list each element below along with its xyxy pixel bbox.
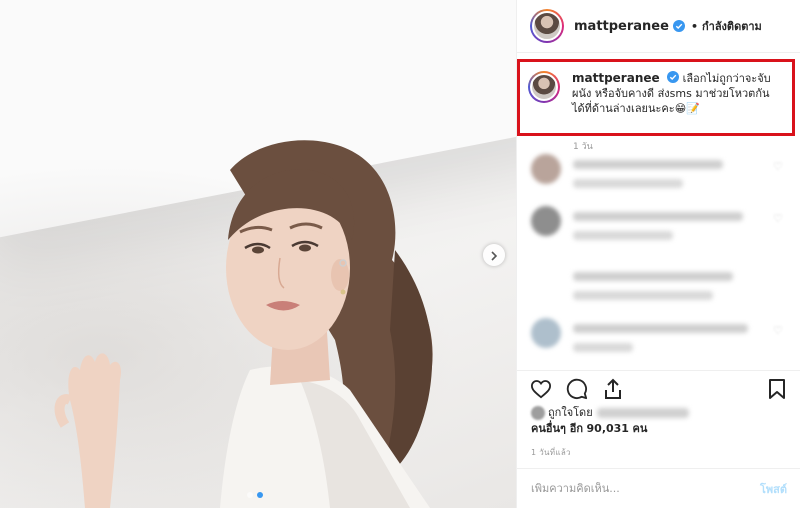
share-icon [605,378,621,399]
post-timestamp[interactable]: 1 วันที่แล้ว [531,446,571,459]
blurred-comment-line [573,291,713,300]
carousel-indicator [247,492,263,498]
carousel-dot-active [257,492,263,498]
blurred-comment-line [573,231,673,240]
caption: mattperanee เลือกไม่ถูกว่าจะจับผนัง หรือ… [572,71,782,133]
caption-username[interactable]: mattperanee [572,71,660,85]
likes-summary[interactable]: ถูกใจโดย คนอื่นๆ อีก 90,031 คน [531,405,689,437]
likes-count[interactable]: 90,031 [587,422,629,435]
post-header: mattperanee • กำลังติดตาม [517,0,800,53]
comment-avatar [531,266,561,296]
comment-list: ♡ ♡ ♡ [517,148,800,364]
heart-icon [530,379,552,398]
list-item [517,260,800,312]
liked-by-prefix: ถูกใจโดย [548,406,593,419]
blurred-comment-line [573,179,683,188]
comment-input[interactable] [531,482,760,495]
follow-status[interactable]: • กำลังติดตาม [691,17,762,35]
avatar [531,406,545,420]
post-action-bar [517,370,800,406]
comment-avatar [531,154,561,184]
list-item: ♡ [517,200,800,260]
add-comment-form: โพสต์ [517,468,800,508]
comment-avatar [531,318,561,348]
carousel-next-button[interactable] [483,244,505,266]
comment-button[interactable] [565,377,589,401]
avatar[interactable] [530,9,564,43]
verified-badge-icon [672,20,685,32]
blurred-comment-line [573,343,633,352]
list-item: ♡ [517,312,800,364]
verified-badge-icon [667,71,680,83]
caption-highlight-box: mattperanee เลือกไม่ถูกว่าจะจับผนัง หรือ… [517,59,795,136]
header-username[interactable]: mattperanee [574,19,669,34]
carousel-dot [247,492,253,498]
comment-bubble-icon [566,378,588,399]
bookmark-icon [769,378,785,399]
heart-icon[interactable]: ♡ [773,212,787,225]
blurred-comment-line [573,272,733,281]
heart-icon[interactable]: ♡ [773,324,787,337]
post-comment-button[interactable]: โพสต์ [760,480,787,498]
heart-icon[interactable]: ♡ [773,160,787,173]
post-side-panel: mattperanee • กำลังติดตาม mattperanee เลื… [516,0,800,508]
caption-avatar[interactable] [528,71,560,103]
likes-unit: คน [632,422,648,435]
separator: • [690,20,698,33]
like-button[interactable] [529,377,553,401]
comment-avatar [531,206,561,236]
chevron-right-icon [489,246,499,265]
blurred-comment-line [573,212,743,221]
blurred-comment-line [573,324,748,333]
blurred-liker-name [596,408,689,418]
following-label: กำลังติดตาม [701,20,762,33]
post-photo[interactable] [0,0,516,508]
photo-person-illustration [54,140,433,508]
save-button[interactable] [765,377,789,401]
list-item: ♡ [517,148,800,200]
blurred-comment-line [573,160,723,169]
others-label[interactable]: คนอื่นๆ อีก [531,422,583,435]
share-button[interactable] [601,377,625,401]
